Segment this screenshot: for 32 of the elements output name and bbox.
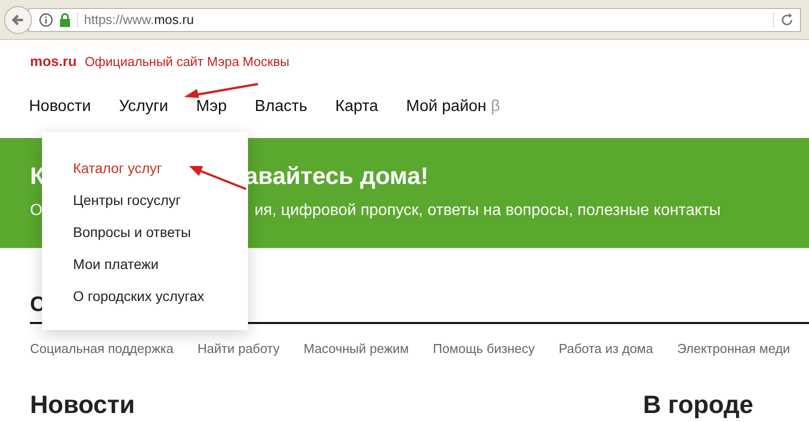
nav-link[interactable]: Карта	[335, 95, 378, 119]
banner-title: авайтесь дома!	[244, 162, 428, 192]
topic-link[interactable]: Работа из дома	[558, 339, 654, 358]
site-logo[interactable]: mos.ru	[30, 51, 77, 72]
column-heading: В городе	[643, 388, 809, 422]
menu-item[interactable]: Центры госуслуг	[73, 190, 181, 210]
topic-link[interactable]: Помощь бизнесу	[432, 339, 535, 358]
menu-item[interactable]: О городских услугах	[73, 286, 204, 306]
column-heading: Новости	[30, 388, 613, 422]
back-arrow-icon	[11, 12, 25, 26]
topic-link[interactable]: Электронная меди	[677, 339, 790, 358]
banner-subtitle: ия, цифровой пропуск, ответы на вопросы, полезные контакты	[254, 201, 721, 221]
menu-item[interactable]: Каталог услуг	[73, 158, 162, 178]
url-text: https://www.mos.ru	[84, 10, 194, 29]
site-tagline: Официальный сайт Мэра Москвы	[84, 53, 290, 71]
banner-subtitle: О	[30, 201, 42, 221]
nav-link[interactable]: Новости	[29, 95, 91, 119]
address-field[interactable]: https://www.mos.ru	[28, 8, 801, 32]
menu-item[interactable]: Мои платежи	[73, 254, 159, 274]
nav-link[interactable]: Мэр	[196, 95, 227, 119]
topic-link[interactable]: Найти работу	[198, 339, 280, 358]
lock-icon[interactable]	[59, 12, 71, 26]
menu-item[interactable]: Вопросы и ответы	[73, 222, 191, 242]
annotation-arrow-drawing	[188, 163, 248, 191]
back-button[interactable]	[4, 6, 32, 34]
nav-link[interactable]: Мой район β	[406, 95, 500, 119]
topic-link[interactable]: Масочный режим	[304, 339, 409, 358]
topic-link[interactable]: Социальная поддержка	[30, 339, 174, 358]
reload-icon[interactable]	[780, 12, 794, 26]
nav-link[interactable]: Услуги	[118, 95, 168, 119]
info-icon[interactable]	[39, 12, 53, 26]
nav-link[interactable]: Власть	[254, 95, 308, 119]
